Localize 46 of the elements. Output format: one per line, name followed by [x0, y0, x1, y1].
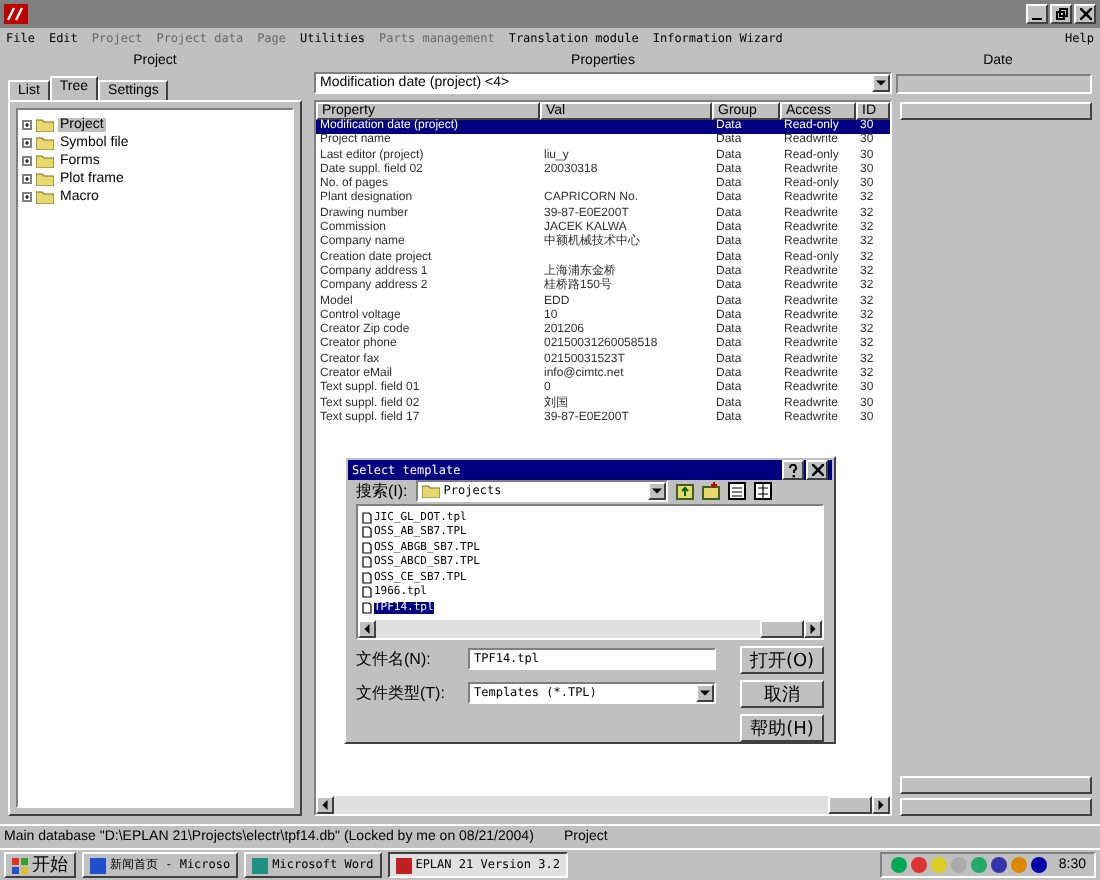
look-in-label: 搜索(I): [356, 481, 408, 501]
scrollbar-thumb[interactable] [760, 619, 804, 637]
dropdown-arrow-icon [651, 486, 662, 496]
horizontal-scrollbar[interactable] [358, 619, 822, 637]
dropdown-button[interactable] [872, 74, 890, 92]
dropdown-arrow-icon [876, 78, 886, 88]
dropdown-button[interactable] [696, 684, 714, 702]
dialog-button[interactable]: 打开(O) [740, 645, 824, 673]
filetype-label: 文件类型(T): [356, 683, 447, 703]
close-button[interactable] [806, 460, 828, 480]
close-button[interactable] [1074, 4, 1096, 24]
filename-label: 文件名(N): [356, 649, 433, 669]
scroll-right-icon [808, 623, 818, 633]
scrollbar-thumb[interactable] [828, 796, 872, 814]
restore-button[interactable] [1050, 4, 1072, 24]
folder-icon [421, 484, 440, 498]
expand-icon[interactable] [22, 192, 32, 202]
app-icon [395, 857, 412, 873]
app-icon [252, 857, 269, 873]
help-button[interactable] [782, 460, 804, 480]
horizontal-scrollbar[interactable] [316, 796, 890, 814]
app-icon [90, 857, 106, 873]
scroll-left-icon [362, 623, 372, 633]
dropdown-button[interactable] [647, 482, 666, 500]
expand-icon[interactable] [22, 138, 32, 148]
up-folder-icon[interactable] [675, 482, 694, 500]
scroll-left-icon [320, 800, 330, 810]
expand-icon[interactable] [22, 120, 32, 130]
expand-icon[interactable] [22, 174, 32, 184]
details-view-icon[interactable] [753, 482, 772, 500]
dropdown-arrow-icon [700, 688, 710, 698]
close-icon [811, 464, 823, 476]
start-button[interactable]: 开始 [4, 852, 76, 878]
new-folder-icon[interactable] [701, 482, 720, 500]
scroll-right-icon [876, 800, 886, 810]
dialog-button[interactable]: 取消 [740, 679, 824, 707]
date-field[interactable] [896, 74, 1092, 94]
app-logo-icon [4, 4, 28, 24]
help-icon [788, 463, 798, 477]
minimize-button[interactable] [1026, 4, 1048, 24]
expand-icon[interactable] [22, 156, 32, 166]
list-view-icon[interactable] [727, 482, 746, 500]
close-icon [1079, 8, 1091, 20]
dialog-button[interactable]: 帮助(H) [740, 713, 824, 741]
restore-icon [1055, 8, 1067, 20]
windows-logo-icon [12, 857, 28, 873]
